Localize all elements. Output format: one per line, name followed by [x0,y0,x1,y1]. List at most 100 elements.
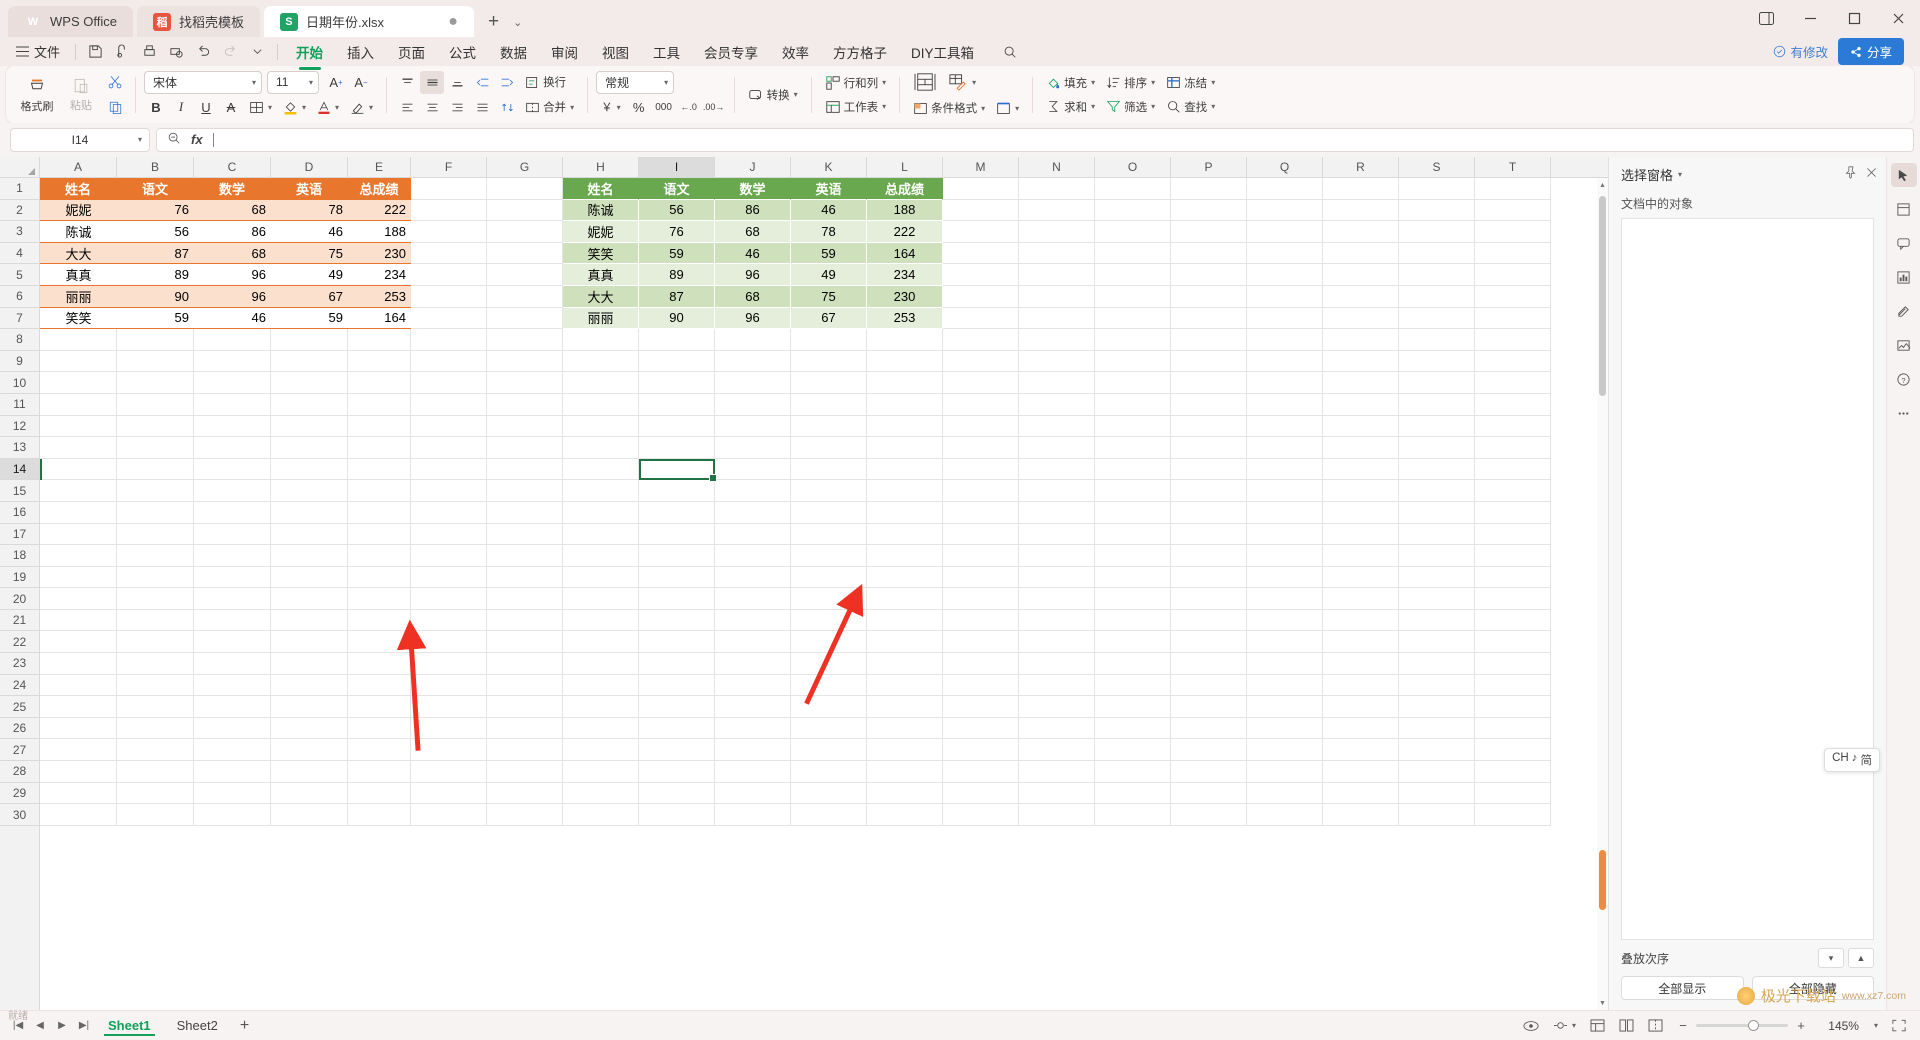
cell-J19[interactable] [715,566,791,589]
cell-C21[interactable] [194,609,271,632]
redo-icon[interactable] [218,41,243,63]
cell-H30[interactable] [563,804,639,826]
cell-B19[interactable] [117,566,194,589]
column-header-B[interactable]: B [117,157,194,177]
cell-D30[interactable] [271,804,348,826]
cell-L13[interactable] [867,437,943,459]
row-header-25[interactable]: 25 [0,696,39,718]
column-header-P[interactable]: P [1171,157,1247,177]
print-search-icon[interactable] [164,41,189,63]
new-tab-button[interactable]: + [478,11,509,37]
cell-N8[interactable] [1019,329,1095,351]
cell-C2[interactable]: 68 [194,199,271,222]
cell-Q11[interactable] [1247,393,1323,416]
cell-H24[interactable] [563,674,639,697]
cell-O12[interactable] [1095,415,1171,438]
cell-A14[interactable] [40,458,117,481]
column-header-L[interactable]: L [867,157,943,177]
cell-G23[interactable] [487,653,563,675]
cut-icon[interactable] [103,71,127,94]
cell-N7[interactable] [1019,307,1095,330]
cell-C11[interactable] [194,393,271,416]
cell-F14[interactable] [411,458,487,481]
cell-L23[interactable] [867,653,943,675]
cell-O1[interactable] [1095,178,1171,200]
row-header-28[interactable]: 28 [0,761,39,783]
cell-P18[interactable] [1171,545,1247,567]
cell-O18[interactable] [1095,545,1171,567]
menu-tab-fanfangezi[interactable]: 方方格子 [822,38,898,66]
cell-P10[interactable] [1171,372,1247,394]
cell-R24[interactable] [1323,674,1399,697]
cell-R11[interactable] [1323,393,1399,416]
format-painter-button[interactable]: 格式刷 [15,69,59,120]
cell-L24[interactable] [867,674,943,697]
cell-N9[interactable] [1019,350,1095,373]
cell-B22[interactable] [117,631,194,654]
cell-R14[interactable] [1323,458,1399,481]
cell-R12[interactable] [1323,415,1399,438]
cell-D3[interactable]: 46 [271,221,348,243]
cell-Q22[interactable] [1247,631,1323,654]
cell-G29[interactable] [487,782,563,805]
cell-F24[interactable] [411,674,487,697]
cell-F18[interactable] [411,545,487,567]
share-button[interactable]: 分享 [1837,38,1904,65]
cell-R27[interactable] [1323,739,1399,762]
cell-G14[interactable] [487,458,563,481]
row-header-10[interactable]: 10 [0,372,39,394]
row-header-15[interactable]: 15 [0,480,39,502]
cell-Q19[interactable] [1247,566,1323,589]
cell-O15[interactable] [1095,480,1171,502]
align-center-icon[interactable] [420,96,444,119]
cell-A12[interactable] [40,415,117,438]
cell-C22[interactable] [194,631,271,654]
cell-S4[interactable] [1399,242,1475,265]
cell-F26[interactable] [411,717,487,740]
minimize-icon[interactable] [1788,0,1832,37]
cell-J14[interactable] [715,458,791,481]
conditional-format-button[interactable]: 条件格式 ▾ [908,97,990,119]
cell-L2[interactable]: 188 [867,199,943,222]
cell-T30[interactable] [1475,804,1551,826]
cell-T24[interactable] [1475,674,1551,697]
cell-R26[interactable] [1323,717,1399,740]
row-header-30[interactable]: 30 [0,804,39,826]
cell-J7[interactable]: 96 [715,307,791,330]
cell-D10[interactable] [271,372,348,394]
cell-T19[interactable] [1475,566,1551,589]
cell-M29[interactable] [943,782,1019,805]
cell-P25[interactable] [1171,696,1247,718]
cell-S6[interactable] [1399,285,1475,308]
cell-I2[interactable]: 56 [639,199,715,222]
cell-Q17[interactable] [1247,523,1323,546]
cell-O8[interactable] [1095,329,1171,351]
cell-B21[interactable] [117,609,194,632]
cell-Q3[interactable] [1247,221,1323,243]
cell-A13[interactable] [40,437,117,459]
cell-B9[interactable] [117,350,194,373]
cell-T20[interactable] [1475,588,1551,610]
sheet-tab-sheet2[interactable]: Sheet2 [165,1014,230,1037]
cell-H22[interactable] [563,631,639,654]
cell-K28[interactable] [791,761,867,783]
cell-C8[interactable] [194,329,271,351]
cell-O17[interactable] [1095,523,1171,546]
cell-C17[interactable] [194,523,271,546]
cell-J11[interactable] [715,393,791,416]
cell-J17[interactable] [715,523,791,546]
cell-M5[interactable] [943,264,1019,286]
cell-J30[interactable] [715,804,791,826]
cell-N19[interactable] [1019,566,1095,589]
row-header-9[interactable]: 9 [0,351,39,373]
cell-P21[interactable] [1171,609,1247,632]
cell-O2[interactable] [1095,199,1171,222]
cell-T3[interactable] [1475,221,1551,243]
cell-I8[interactable] [639,329,715,351]
cell-P5[interactable] [1171,264,1247,286]
cell-T4[interactable] [1475,242,1551,265]
name-box[interactable]: I14 ▾ [10,127,150,152]
cell-F7[interactable] [411,307,487,330]
row-header-14[interactable]: 14 [0,458,39,481]
cell-H25[interactable] [563,696,639,718]
